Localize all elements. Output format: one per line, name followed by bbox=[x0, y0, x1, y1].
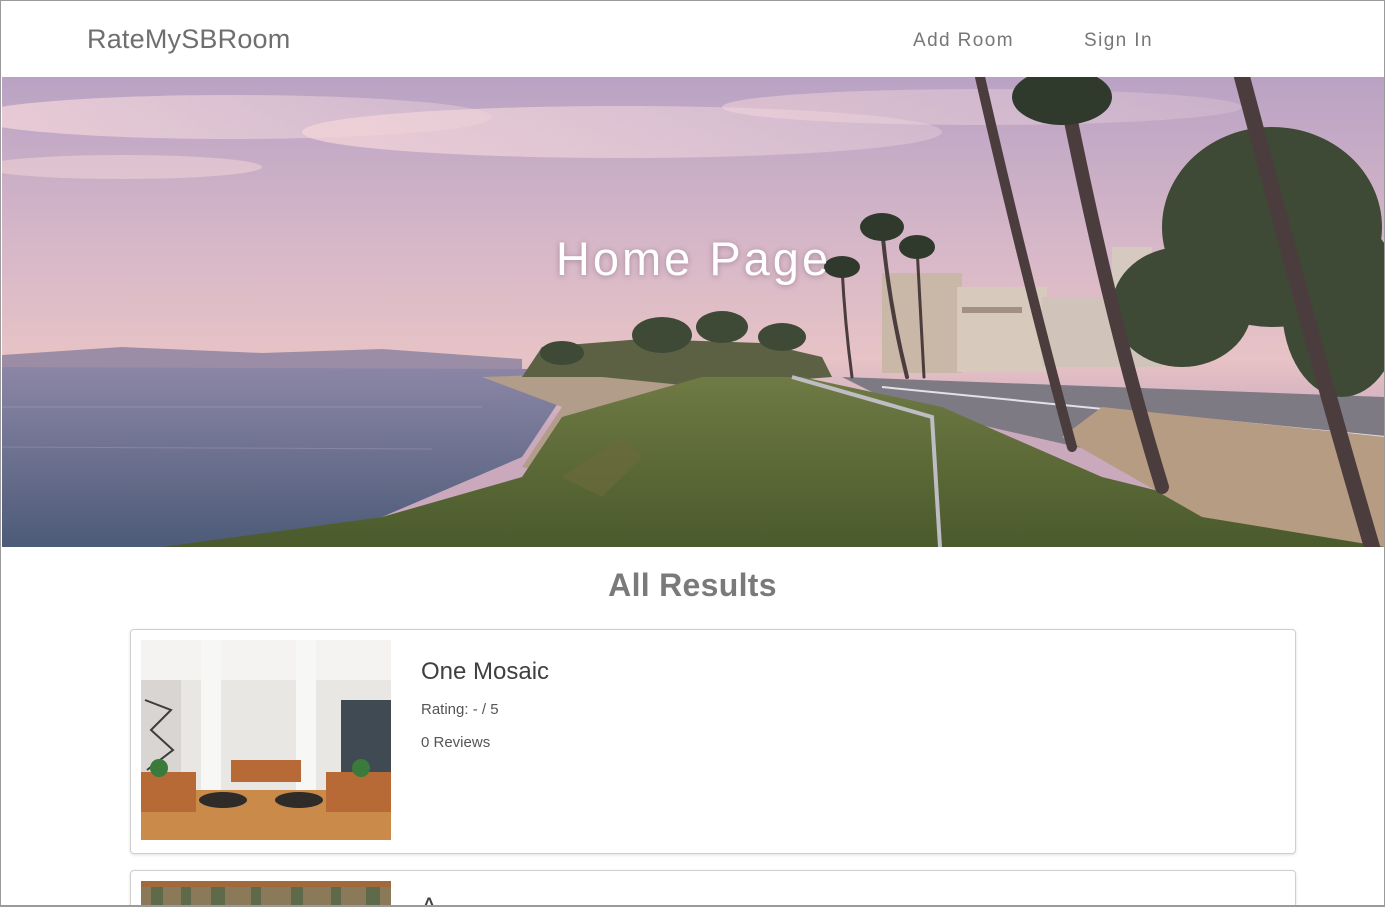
room-name[interactable]: A bbox=[421, 893, 437, 905]
sign-in-link[interactable]: Sign In bbox=[1084, 30, 1153, 52]
navbar: RateMySBRoom Add Room Sign In bbox=[1, 1, 1384, 77]
room-thumbnail bbox=[141, 640, 391, 840]
hero-title: Home Page bbox=[555, 232, 832, 285]
room-rating: Rating: - / 5 bbox=[421, 701, 499, 718]
room-card[interactable]: A bbox=[130, 870, 1296, 905]
hero-background-image bbox=[2, 77, 1384, 547]
add-room-link[interactable]: Add Room bbox=[913, 30, 1014, 52]
hero-banner: Home Page bbox=[2, 77, 1384, 547]
results-heading: All Results bbox=[608, 567, 777, 603]
room-card[interactable]: One Mosaic Rating: - / 5 0 Reviews bbox=[130, 629, 1296, 854]
room-thumbnail bbox=[141, 881, 391, 905]
browser-viewport: RateMySBRoom Add Room Sign In Home Page … bbox=[0, 0, 1385, 907]
room-review-count: 0 Reviews bbox=[421, 734, 491, 751]
room-name[interactable]: One Mosaic bbox=[421, 658, 549, 686]
brand-logo-link[interactable]: RateMySBRoom bbox=[87, 24, 290, 55]
